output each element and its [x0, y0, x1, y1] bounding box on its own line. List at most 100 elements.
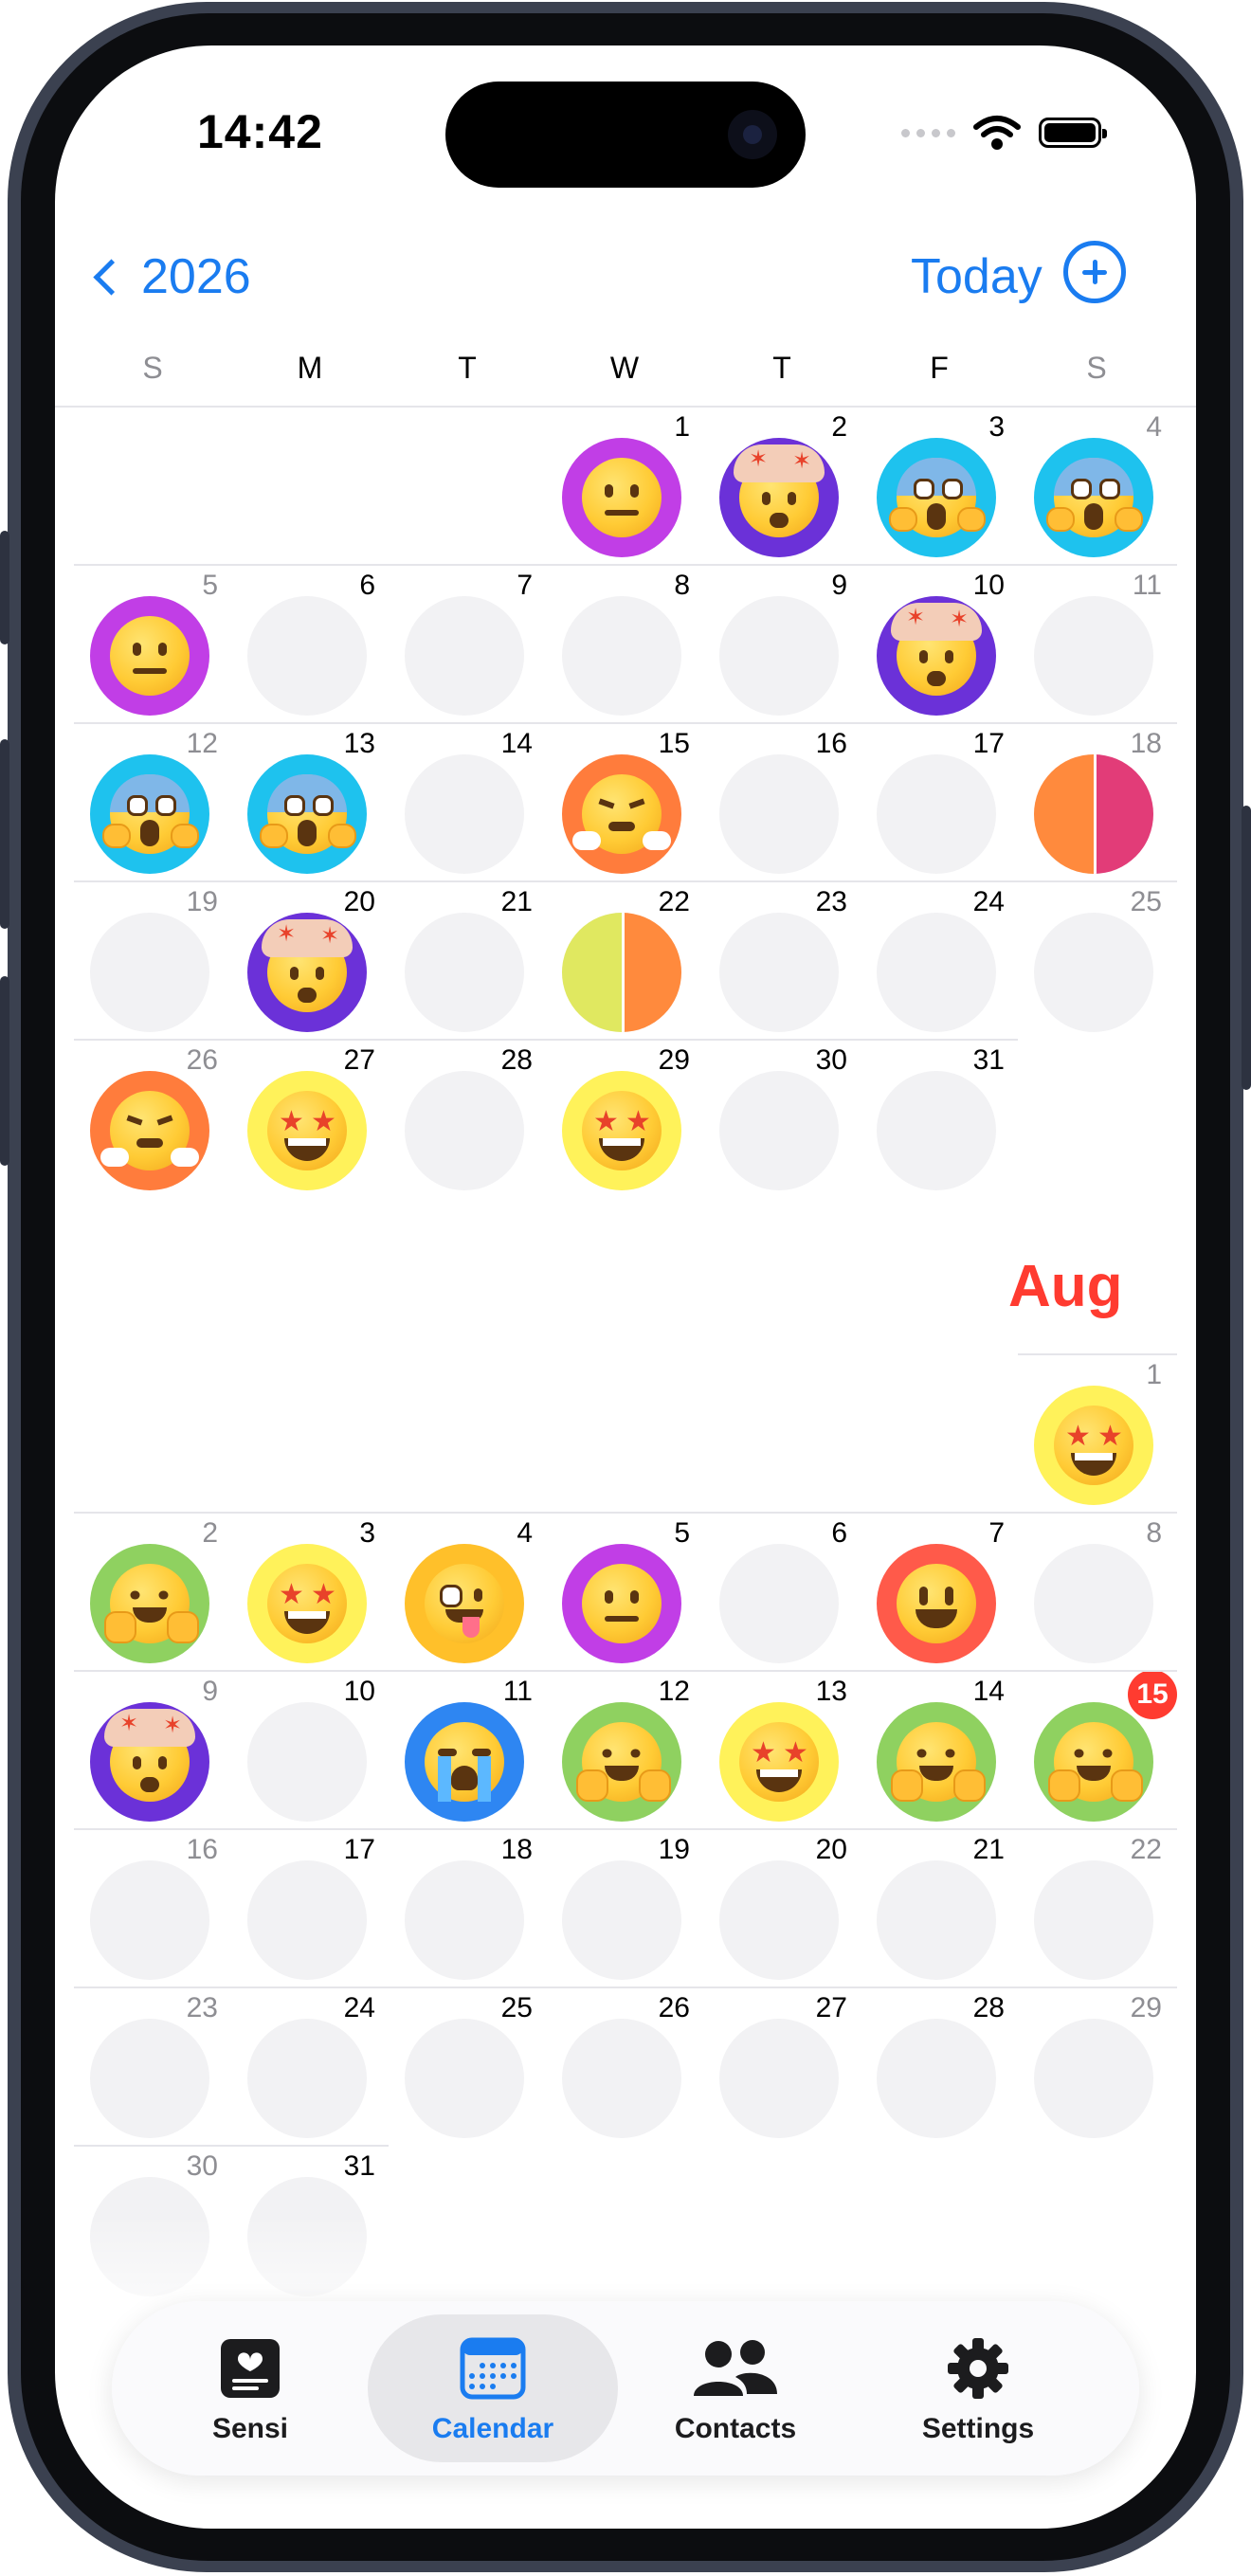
day-cell[interactable]: 3: [861, 408, 1018, 565]
day-cell[interactable]: 28: [861, 1988, 1018, 2146]
day-cell[interactable]: 1515: [1018, 1670, 1177, 1829]
day-cell[interactable]: 17: [861, 724, 1018, 881]
mood-circle: ✶ ✶: [719, 438, 839, 557]
weekday-label: M: [297, 351, 323, 385]
action-button: [0, 531, 9, 644]
starstruck-emoji-icon: ★ ★: [267, 1091, 347, 1170]
day-number: 9: [831, 570, 847, 601]
day-cell[interactable]: 21: [861, 1830, 1018, 1987]
day-number: 19: [186, 886, 218, 917]
day-cell[interactable]: ✶ ✶ 10: [861, 566, 1018, 723]
day-cell[interactable]: ✶ ✶ 9: [74, 1672, 231, 1829]
day-cell[interactable]: 26: [546, 1988, 703, 2146]
day-cell[interactable]: 7: [861, 1514, 1018, 1671]
cry-emoji-icon: [425, 1722, 504, 1802]
day-cell[interactable]: 23: [74, 1988, 231, 2146]
hug-emoji-icon: [104, 1564, 199, 1643]
day-number: 5: [674, 1517, 690, 1549]
day-cell[interactable]: 5: [74, 566, 231, 723]
day-cell[interactable]: 16: [74, 1830, 231, 1987]
day-cell[interactable]: 30: [703, 1041, 861, 1198]
day-cell[interactable]: 5: [546, 1514, 703, 1671]
day-cell[interactable]: 19: [546, 1830, 703, 1987]
mood-circle: [562, 913, 681, 1032]
day-cell[interactable]: 12: [74, 724, 231, 881]
day-cell[interactable]: 21: [389, 882, 546, 1040]
day-cell[interactable]: 14: [861, 1672, 1018, 1829]
day-cell[interactable]: 26: [74, 1041, 231, 1198]
day-cell[interactable]: 19: [74, 882, 231, 1040]
day-cell[interactable]: 22: [546, 882, 703, 1040]
day-cell[interactable]: 31: [861, 1041, 1018, 1198]
day-number: 31: [343, 2150, 375, 2182]
day-cell[interactable]: ★ ★ 3: [231, 1514, 389, 1671]
power-button: [1242, 806, 1251, 1090]
mood-circle: [562, 754, 681, 874]
volume-up-button: [0, 739, 9, 929]
mood-circle: [90, 754, 209, 874]
day-cell[interactable]: 25: [1018, 882, 1175, 1040]
mood-circle: ✶ ✶: [877, 596, 996, 716]
day-cell[interactable]: 18: [1018, 724, 1175, 881]
day-cell[interactable]: 24: [861, 882, 1018, 1040]
day-cell[interactable]: 6: [703, 1514, 861, 1671]
day-cell[interactable]: 9: [703, 566, 861, 723]
day-cell[interactable]: 24: [231, 1988, 389, 2146]
add-entry-button[interactable]: [1063, 241, 1126, 303]
day-cell[interactable]: 12: [546, 1672, 703, 1829]
day-cell[interactable]: 29: [1018, 1988, 1175, 2146]
day-cell[interactable]: 27: [703, 1988, 861, 2146]
day-number: 29: [658, 1044, 690, 1076]
day-number: 5: [202, 570, 218, 601]
day-cell[interactable]: ★ ★ 13: [703, 1672, 861, 1829]
day-cell[interactable]: 2: [74, 1514, 231, 1671]
mood-circle: [1034, 438, 1153, 557]
day-cell[interactable]: 13: [231, 724, 389, 881]
day-cell[interactable]: 10: [231, 1672, 389, 1829]
day-cell[interactable]: 8: [1018, 1514, 1175, 1671]
day-cell[interactable]: 18: [389, 1830, 546, 1987]
day-cell[interactable]: 16: [703, 724, 861, 881]
day-cell[interactable]: 15: [546, 724, 703, 881]
day-cell[interactable]: 17: [231, 1830, 389, 1987]
day-cell[interactable]: ✶ ✶ 20: [231, 882, 389, 1040]
mood-circle: [562, 438, 681, 557]
day-cell[interactable]: 20: [703, 1830, 861, 1987]
day-cell[interactable]: 1: [546, 408, 703, 565]
month-label-august: Aug: [1008, 1254, 1123, 1319]
day-cell[interactable]: 7: [389, 566, 546, 723]
day-number: 8: [1146, 1517, 1162, 1549]
day-cell[interactable]: ★ ★ 1: [1018, 1355, 1175, 1513]
day-number: 21: [500, 886, 533, 917]
tab-settings[interactable]: Settings: [853, 2314, 1103, 2462]
day-cell[interactable]: ✶ ✶ 2: [703, 408, 861, 565]
day-cell[interactable]: 22: [1018, 1830, 1175, 1987]
day-number: 10: [972, 570, 1005, 601]
back-to-year-button[interactable]: 2026: [93, 248, 251, 305]
tab-contacts[interactable]: Contacts: [610, 2314, 861, 2462]
day-cell[interactable]: 28: [389, 1041, 546, 1198]
day-cell[interactable]: 4: [389, 1514, 546, 1671]
day-cell[interactable]: 11: [389, 1672, 546, 1829]
mood-circle: [877, 1702, 996, 1822]
day-cell[interactable]: 8: [546, 566, 703, 723]
day-number: 31: [972, 1044, 1005, 1076]
day-cell[interactable]: 23: [703, 882, 861, 1040]
day-cell[interactable]: 6: [231, 566, 389, 723]
week-divider: [74, 1986, 1177, 1988]
tab-sensi[interactable]: Sensi: [125, 2314, 375, 2462]
day-cell[interactable]: ★ ★ 29: [546, 1041, 703, 1198]
scream-emoji-icon: [1046, 458, 1143, 537]
day-cell[interactable]: 25: [389, 1988, 546, 2146]
day-number: 22: [658, 886, 690, 917]
mood-circle: [1034, 913, 1153, 1032]
day-cell[interactable]: 4: [1018, 408, 1175, 565]
day-cell[interactable]: 14: [389, 724, 546, 881]
day-cell[interactable]: 11: [1018, 566, 1175, 723]
today-button[interactable]: Today: [911, 248, 1042, 305]
week-divider: [74, 2145, 389, 2147]
starstruck-emoji-icon: ★ ★: [739, 1722, 819, 1802]
day-cell[interactable]: ★ ★ 27: [231, 1041, 389, 1198]
hug-emoji-icon: [891, 1722, 986, 1802]
tab-calendar[interactable]: Calendar: [368, 2314, 618, 2462]
